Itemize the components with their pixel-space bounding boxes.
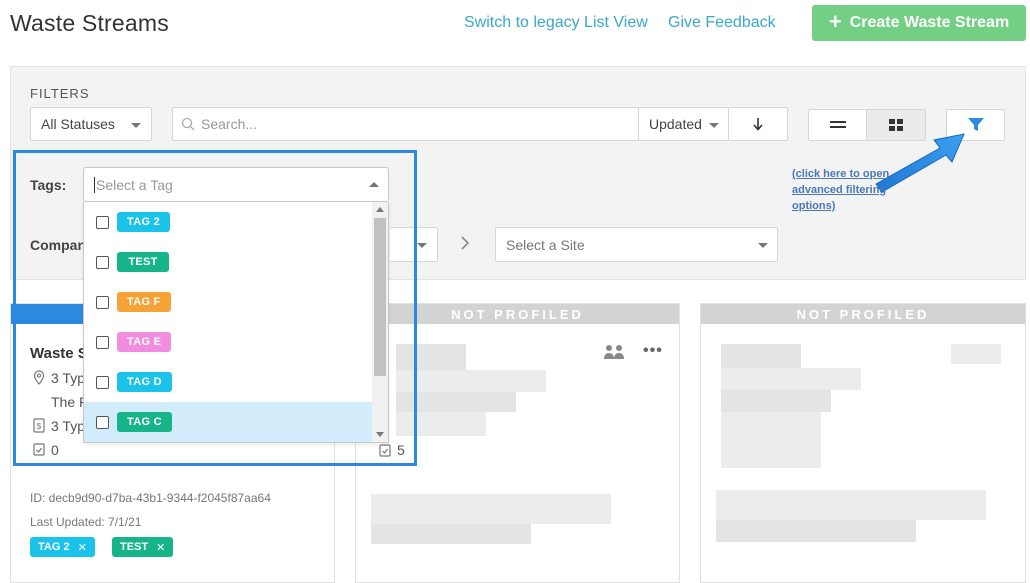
card-tag-chip[interactable]: TAG 2 ✕ <box>30 537 95 557</box>
caret-down-icon <box>758 243 768 248</box>
arrow-down-icon <box>753 118 763 131</box>
plus-icon: + <box>828 9 842 34</box>
sort-direction-button[interactable] <box>728 107 788 141</box>
sort-select-value: Updated <box>649 116 702 132</box>
card-tag-label: TAG 2 <box>38 541 70 553</box>
card-tag-chip[interactable]: TEST ✕ <box>112 537 174 557</box>
search-icon <box>181 117 195 131</box>
site-select[interactable]: Select a Site <box>495 227 778 262</box>
advanced-filter-hint: (click here to open advanced filtering o… <box>792 168 890 212</box>
remove-tag-icon[interactable]: ✕ <box>156 541 165 554</box>
list-view-button[interactable] <box>808 109 867 141</box>
caret-down-icon <box>131 123 141 128</box>
card-last-updated: Last Updated: 7/1/21 <box>30 515 142 529</box>
page-title: Waste Streams <box>10 10 169 36</box>
card-id: ID: decb9d90-d7ba-43b1-9344-f2045f87aa64 <box>30 491 271 505</box>
legacy-list-view-link[interactable]: Switch to legacy List View <box>464 14 648 32</box>
caret-down-icon <box>417 243 427 248</box>
give-feedback-link[interactable]: Give Feedback <box>668 14 776 32</box>
people-icon <box>604 345 624 359</box>
status-select[interactable]: All Statuses <box>30 107 152 141</box>
chevron-right-icon <box>460 236 470 255</box>
filters-heading: FILTERS <box>30 86 90 101</box>
card-status-bar: NOT PROFILED <box>701 304 1025 324</box>
site-select-placeholder: Select a Site <box>506 236 585 253</box>
remove-tag-icon[interactable]: ✕ <box>78 541 87 554</box>
annotation-highlight-box <box>13 150 417 466</box>
create-waste-stream-button[interactable]: + Create Waste Stream <box>812 5 1026 41</box>
sort-select[interactable]: Updated <box>638 107 729 141</box>
waste-stream-card[interactable]: NOT PROFILED <box>700 303 1026 583</box>
card-tag-label: TEST <box>120 541 149 553</box>
status-select-value: All Statuses <box>41 116 115 132</box>
more-options-icon[interactable]: ••• <box>643 342 663 360</box>
search-placeholder: Search... <box>201 116 258 132</box>
create-waste-stream-label: Create Waste Stream <box>849 14 1010 31</box>
list-icon <box>829 121 846 128</box>
caret-down-icon <box>709 123 719 128</box>
search-input[interactable]: Search... <box>172 107 639 141</box>
